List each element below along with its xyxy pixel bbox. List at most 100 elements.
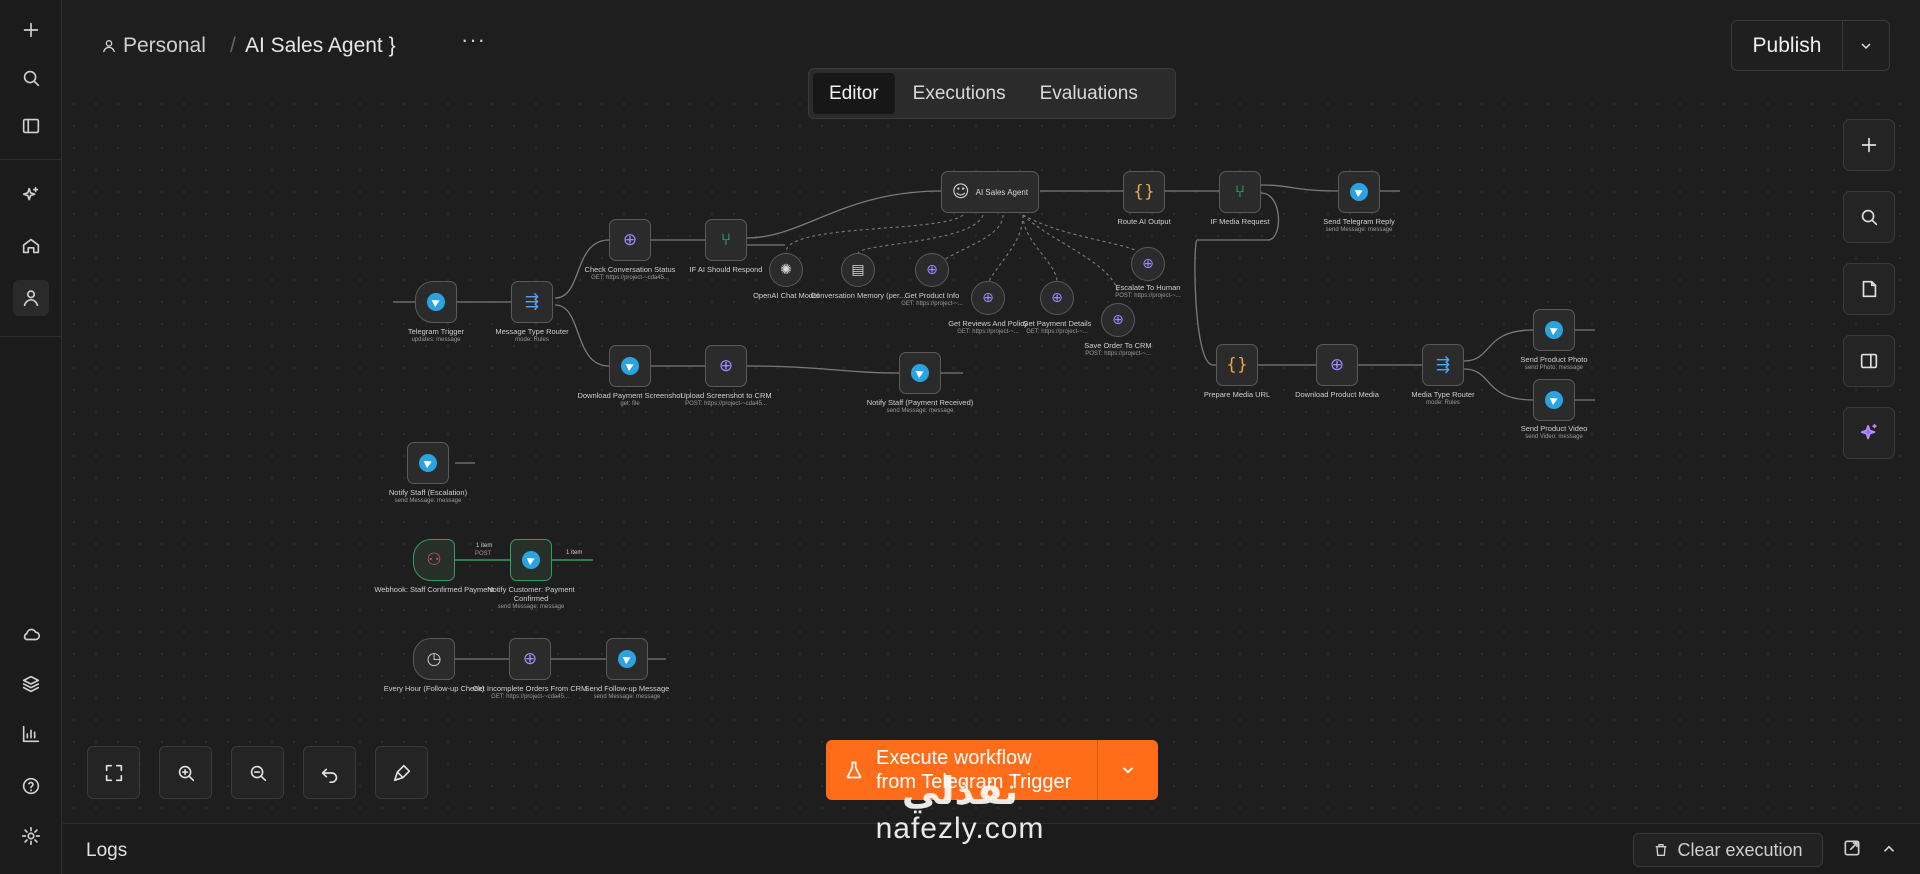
node-webhook-staff[interactable]: ⚇	[413, 539, 455, 581]
node-subtitle: GET: https://project-~cda45...	[591, 275, 669, 281]
help-icon[interactable]	[13, 768, 49, 804]
popout-icon[interactable]	[1842, 838, 1862, 858]
tidy-up-icon[interactable]	[375, 746, 428, 799]
sparkles-icon[interactable]	[13, 178, 49, 214]
telegram-icon	[911, 364, 929, 382]
node-label: IF Media Request	[1210, 217, 1270, 226]
node-get-product-info[interactable]: ⊕	[915, 253, 949, 287]
node-route-ai-output[interactable]: {}	[1123, 171, 1165, 213]
node-get-incomplete-orders[interactable]: ⊕	[509, 638, 551, 680]
publish-button[interactable]: Publish	[1732, 21, 1843, 70]
node-label: Telegram Trigger	[407, 327, 465, 336]
node-prepare-media-url[interactable]: {}	[1216, 344, 1258, 386]
node-conversation-memory[interactable]: ▤	[841, 253, 875, 287]
zoom-in-icon[interactable]	[159, 746, 212, 799]
view-tabs: Editor Executions Evaluations	[808, 68, 1176, 119]
watermark-arabic: نفذلي	[901, 769, 1019, 813]
node-get-reviews[interactable]: ⊕	[971, 281, 1005, 315]
node-subtitle: POST: https://project-~...	[1115, 293, 1181, 299]
search-icon[interactable]	[13, 60, 49, 96]
breadcrumb-owner[interactable]: Personal	[101, 34, 206, 58]
node-send-product-photo[interactable]	[1533, 309, 1575, 351]
sticky-note-icon[interactable]	[1843, 263, 1895, 315]
edge-label: 1 item	[476, 543, 493, 549]
workflow-name[interactable]: AI Sales Agent }	[245, 34, 396, 58]
node-if-media-request[interactable]: ⑂	[1219, 171, 1261, 213]
node-label: Download Product Media	[1295, 390, 1379, 399]
add-icon[interactable]	[13, 12, 49, 48]
watermark: نفذلي nafezly.com	[860, 770, 1060, 846]
node-notify-staff-payment[interactable]	[899, 352, 941, 394]
n8n-editor: Personal / AI Sales Agent } ··· Publish …	[0, 0, 1920, 874]
edge-label: 1 item	[566, 550, 583, 556]
node-openai-chat-model[interactable]: ✺	[769, 253, 803, 287]
panel-toggle-icon[interactable]	[1843, 335, 1895, 387]
templates-icon[interactable]	[13, 666, 49, 702]
telegram-icon	[522, 551, 540, 569]
logs-title[interactable]: Logs	[86, 840, 127, 862]
node-ai-sales-agent[interactable]: ☺ AI Sales Agent	[941, 171, 1039, 213]
workflow-canvas[interactable]: Telegram Trigger updates: message ⇶ Messa…	[63, 93, 1920, 823]
add-node-icon[interactable]	[1843, 119, 1895, 171]
node-notify-customer[interactable]	[510, 539, 552, 581]
node-if-ai-should-respond[interactable]: ⑂	[705, 219, 747, 261]
tab-executions[interactable]: Executions	[897, 73, 1022, 114]
clock-icon: ◷	[426, 649, 442, 669]
telegram-icon	[1350, 183, 1368, 201]
watermark-latin: nafezly.com	[875, 812, 1045, 845]
chevron-down-icon[interactable]	[1843, 21, 1889, 70]
node-download-payment-screenshot[interactable]	[609, 345, 651, 387]
clear-execution-button[interactable]: Clear execution	[1633, 833, 1823, 867]
search-nodes-icon[interactable]	[1843, 191, 1895, 243]
node-check-conversation[interactable]: ⊕	[609, 219, 651, 261]
undo-icon[interactable]	[303, 746, 356, 799]
home-icon[interactable]	[13, 228, 49, 264]
node-label: Check Conversation Status	[584, 265, 676, 274]
globe-icon: ⊕	[522, 649, 538, 669]
node-send-followup[interactable]	[606, 638, 648, 680]
node-label: Send Telegram Reply	[1323, 217, 1395, 226]
node-save-order-to-crm[interactable]: ⊕	[1101, 303, 1135, 337]
node-download-product-media[interactable]: ⊕	[1316, 344, 1358, 386]
chevron-up-icon[interactable]	[1880, 840, 1898, 858]
node-label: Notify Staff (Payment Received)	[866, 398, 974, 407]
node-subtitle: mode: Rules	[1426, 400, 1460, 406]
zoom-out-icon[interactable]	[231, 746, 284, 799]
globe-icon: ⊕	[926, 262, 938, 278]
more-options-button[interactable]: ···	[461, 29, 485, 58]
settings-icon[interactable]	[13, 818, 49, 854]
node-every-hour[interactable]: ◷	[413, 638, 455, 680]
insights-icon[interactable]	[13, 716, 49, 752]
cloud-icon[interactable]	[13, 616, 49, 652]
globe-icon: ⊕	[1051, 290, 1063, 306]
node-escalate-to-human[interactable]: ⊕	[1131, 247, 1165, 281]
ai-assistant-icon[interactable]	[1843, 407, 1895, 459]
tab-editor[interactable]: Editor	[813, 73, 895, 114]
execute-label: Execute workflow	[876, 747, 1032, 769]
clear-execution-label: Clear execution	[1677, 839, 1803, 860]
node-send-product-video[interactable]	[1533, 379, 1575, 421]
code-icon: {}	[1226, 355, 1248, 375]
node-notify-staff-escalation[interactable]	[407, 442, 449, 484]
tab-evaluations[interactable]: Evaluations	[1024, 73, 1154, 114]
globe-icon: ⊕	[622, 230, 638, 250]
node-label: Escalate To Human	[1115, 283, 1181, 292]
node-send-telegram-reply[interactable]	[1338, 171, 1380, 213]
node-label: Send Product Video	[1520, 424, 1588, 433]
node-subtitle: send Message: message	[593, 694, 661, 700]
node-get-payment-details[interactable]: ⊕	[1040, 281, 1074, 315]
node-label: Media Type Router	[1411, 390, 1475, 399]
branch-icon: ⑂	[1234, 182, 1246, 202]
user-icon	[103, 40, 115, 53]
sidebar-toggle-icon[interactable]	[13, 108, 49, 144]
node-label: Save Order To CRM	[1084, 341, 1152, 350]
node-message-type-router[interactable]: ⇶	[511, 281, 553, 323]
fit-view-icon[interactable]	[87, 746, 140, 799]
node-upload-screenshot-crm[interactable]: ⊕	[705, 345, 747, 387]
chevron-down-icon[interactable]	[1098, 740, 1158, 800]
personal-icon[interactable]	[13, 280, 49, 316]
node-label: Upload Screenshot to CRM	[680, 391, 772, 400]
node-media-type-router[interactable]: ⇶	[1422, 344, 1464, 386]
node-telegram-trigger[interactable]	[415, 281, 457, 323]
node-subtitle: GET: https://project-~...	[1026, 329, 1088, 335]
